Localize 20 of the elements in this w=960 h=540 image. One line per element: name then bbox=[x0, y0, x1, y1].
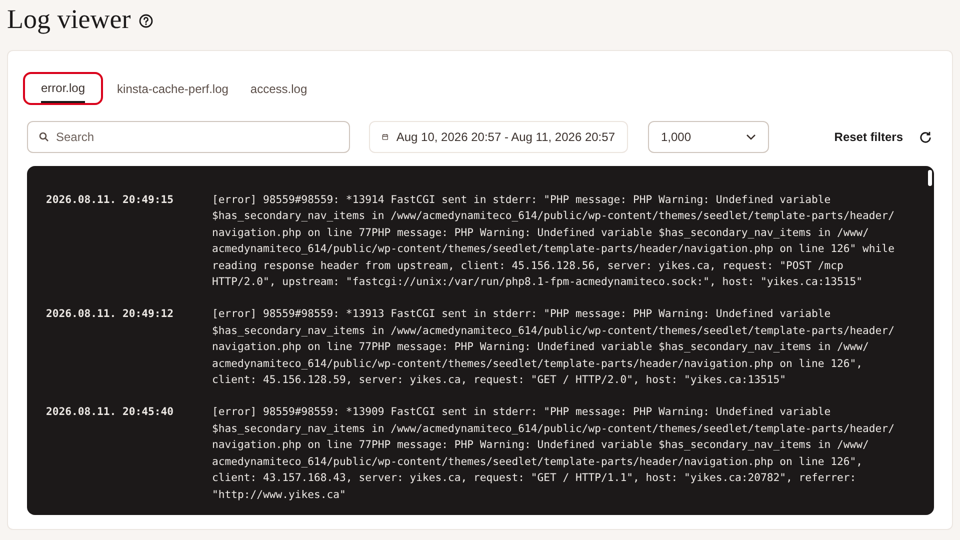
log-message: [error] 98559#98559: *13913 FastCGI sent in stderr: "PHP message: PHP Warning: Undefined variable $has_secondary_nav_items in /www/acmedynamiteco_614/public/wp-content/themes/seedlet/template-parts/header/ navigation.php on line 77PHP message: PHP Warning: Undefined variable $has_secondary_nav_items in /www/ acmedynamiteco_614/public/wp-content/themes/seedlet/template-parts/header/navigation.php on line 126", client: 45.156.128.59, server: yikes.ca, request: "GET / HTTP/2.0", host: "yikes.ca:13515" bbox=[212, 307, 894, 388]
scrollbar-thumb[interactable] bbox=[928, 170, 932, 186]
search-field[interactable]: Search bbox=[27, 121, 350, 153]
log-timestamp: 2026.08.11. 20:49:12 bbox=[46, 307, 175, 322]
refresh-icon[interactable] bbox=[919, 130, 932, 144]
limit-dropdown[interactable]: 1,000 bbox=[648, 121, 769, 153]
log-timestamp: 2026.08.11. 20:49:15 bbox=[46, 193, 175, 208]
date-range-picker[interactable]: Aug 10, 2026 20:57 - Aug 11, 2026 20:57 bbox=[369, 121, 628, 153]
help-icon[interactable] bbox=[138, 14, 153, 28]
search-icon bbox=[39, 132, 49, 142]
file-tab[interactable]: access.log bbox=[242, 72, 316, 105]
log-message: [error] 98559#98559: *13914 FastCGI sent in stderr: "PHP message: PHP Warning: Undefined variable $has_secondary_nav_items in /www/acmedynamiteco_614/public/wp-content/themes/seedlet/template-parts/header/ navigation.php on line 77PHP message: PHP Warning: Undefined variable $has_secondary_nav_items in /www/ acmedynamiteco_614/public/wp-content/themes/seedlet/template-parts/header/navigation.php on line 126" while reading response header from upstream, client: 45.156.128.56, server: yikes.ca, request: "POST /mcp HTTP/2.0", upstream: "fastcgi://unix:/var/run/php8.1-fpm-acmedynamiteco.sock:", host: "yikes.ca:13515" bbox=[212, 193, 894, 290]
file-tab[interactable]: kinsta-cache-perf.log bbox=[109, 72, 236, 105]
page-title: Log viewer bbox=[7, 6, 131, 33]
log-timestamp: 2026.08.11. 20:45:40 bbox=[46, 405, 175, 420]
reset-filters-button[interactable]: Reset filters bbox=[834, 128, 903, 146]
calendar-icon bbox=[382, 132, 388, 142]
log-message: [error] 98559#98559: *13909 FastCGI sent in stderr: "PHP message: PHP Warning: Undefined variable $has_secondary_nav_items in /www/acmedynamiteco_614/public/wp-content/themes/seedlet/template-parts/header/ navigation.php on line 77PHP message: PHP Warning: Undefined variable $has_secondary_nav_items in /www/ acmedynamiteco_614/public/wp-content/themes/seedlet/template-parts/header/navigation.php on line 126", client: 43.157.168.43, server: yikes.ca, request: "GET / HTTP/1.1", host: "yikes.ca:20782", referrer: "http://www.yikes.ca" bbox=[212, 405, 894, 502]
chevron-down-icon bbox=[746, 134, 756, 140]
file-tab[interactable]: error.log bbox=[23, 72, 104, 105]
